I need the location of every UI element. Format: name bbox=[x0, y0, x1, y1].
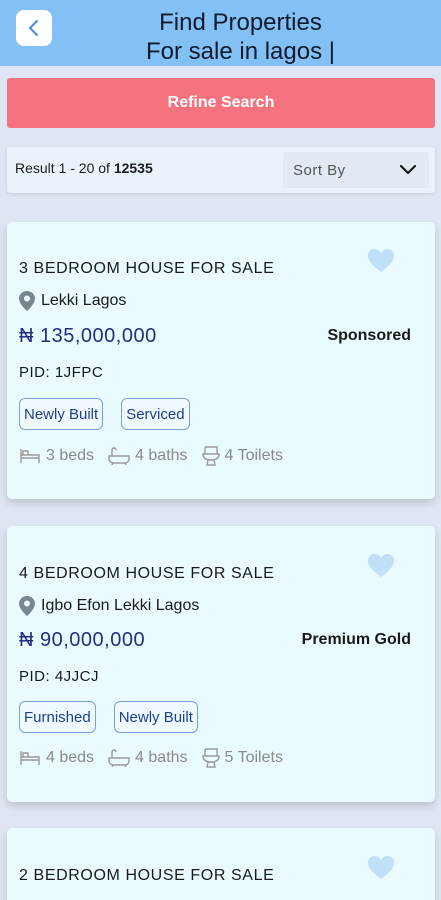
heart-icon[interactable] bbox=[367, 855, 395, 880]
listing-location: Igbo Efon Lekki Lagos bbox=[19, 596, 199, 616]
tag: Furnished bbox=[19, 701, 96, 733]
listing-tags: Newly Built Serviced bbox=[19, 398, 190, 430]
listing-pid: PID: 4JJCJ bbox=[19, 668, 100, 685]
map-pin-icon bbox=[19, 596, 35, 616]
listing-card[interactable]: 3 BEDROOM HOUSE FOR SALE Lekki Lagos ₦ 1… bbox=[7, 222, 435, 499]
chevron-down-icon bbox=[399, 164, 417, 175]
sort-by-dropdown[interactable]: Sort By bbox=[283, 152, 429, 188]
toilet-icon bbox=[201, 748, 220, 768]
result-total: 12535 bbox=[113, 160, 153, 176]
title-line-2: For sale in lagos | bbox=[146, 38, 335, 65]
listing-location: Lekki Lagos bbox=[19, 291, 126, 311]
beds-text: 3 beds bbox=[46, 447, 95, 464]
heart-icon[interactable] bbox=[367, 553, 395, 578]
bed-icon bbox=[20, 751, 40, 765]
heart-icon[interactable] bbox=[367, 248, 395, 273]
listing-tags: Furnished Newly Built bbox=[19, 701, 198, 733]
result-count: Result 1 - 20 of 12535 bbox=[15, 160, 153, 176]
chevron-left-icon bbox=[28, 19, 39, 37]
listing-price: ₦ 90,000,000 bbox=[19, 629, 146, 651]
location-text: Igbo Efon Lekki Lagos bbox=[41, 597, 200, 614]
beds-feature: 4 beds bbox=[19, 749, 94, 767]
bed-icon bbox=[20, 449, 40, 463]
location-text: Lekki Lagos bbox=[41, 292, 127, 309]
beds-text: 4 beds bbox=[46, 749, 95, 766]
toilets-feature: 5 Toilets bbox=[201, 748, 283, 768]
listing-card[interactable]: 2 BEDROOM HOUSE FOR SALE bbox=[7, 828, 435, 900]
toilet-icon bbox=[201, 446, 220, 466]
listing-features: 4 beds 4 baths 5 Toilets bbox=[19, 748, 297, 768]
listing-features: 3 beds 4 baths 4 Toilets bbox=[19, 446, 297, 466]
sort-by-label: Sort By bbox=[293, 162, 346, 179]
page-title: Find Properties For sale in lagos | bbox=[60, 8, 421, 66]
beds-feature: 3 beds bbox=[19, 447, 94, 465]
refine-search-button[interactable]: Refine Search bbox=[7, 78, 435, 128]
baths-text: 4 baths bbox=[135, 749, 188, 766]
baths-feature: 4 baths bbox=[108, 447, 188, 465]
listing-title: 4 BEDROOM HOUSE FOR SALE bbox=[19, 565, 275, 582]
listing-card[interactable]: 4 BEDROOM HOUSE FOR SALE Igbo Efon Lekki… bbox=[7, 526, 435, 802]
toilets-text: 4 Toilets bbox=[224, 447, 283, 464]
listing-title: 3 BEDROOM HOUSE FOR SALE bbox=[19, 260, 275, 277]
result-prefix: Result 1 - 20 of bbox=[15, 160, 114, 176]
listing-title: 2 BEDROOM HOUSE FOR SALE bbox=[19, 867, 275, 884]
app-header: Find Properties For sale in lagos | bbox=[0, 0, 441, 66]
listing-badge: Sponsored bbox=[327, 327, 411, 344]
back-button[interactable] bbox=[16, 10, 52, 46]
toilets-feature: 4 Toilets bbox=[201, 446, 283, 466]
listing-pid: PID: 1JFPC bbox=[19, 364, 104, 381]
listing-price: ₦ 135,000,000 bbox=[19, 325, 157, 347]
toilets-text: 5 Toilets bbox=[224, 749, 283, 766]
listing-badge: Premium Gold bbox=[301, 631, 411, 648]
title-line-1: Find Properties bbox=[159, 9, 322, 36]
tag: Newly Built bbox=[19, 398, 104, 430]
map-pin-icon bbox=[19, 291, 35, 311]
tag: Newly Built bbox=[113, 701, 198, 733]
bath-icon bbox=[108, 447, 130, 465]
tag: Serviced bbox=[121, 398, 190, 430]
baths-text: 4 baths bbox=[135, 447, 188, 464]
results-bar: Result 1 - 20 of 12535 Sort By bbox=[7, 147, 435, 193]
baths-feature: 4 baths bbox=[108, 749, 188, 767]
bath-icon bbox=[108, 749, 130, 767]
refine-search-label: Refine Search bbox=[167, 94, 275, 111]
